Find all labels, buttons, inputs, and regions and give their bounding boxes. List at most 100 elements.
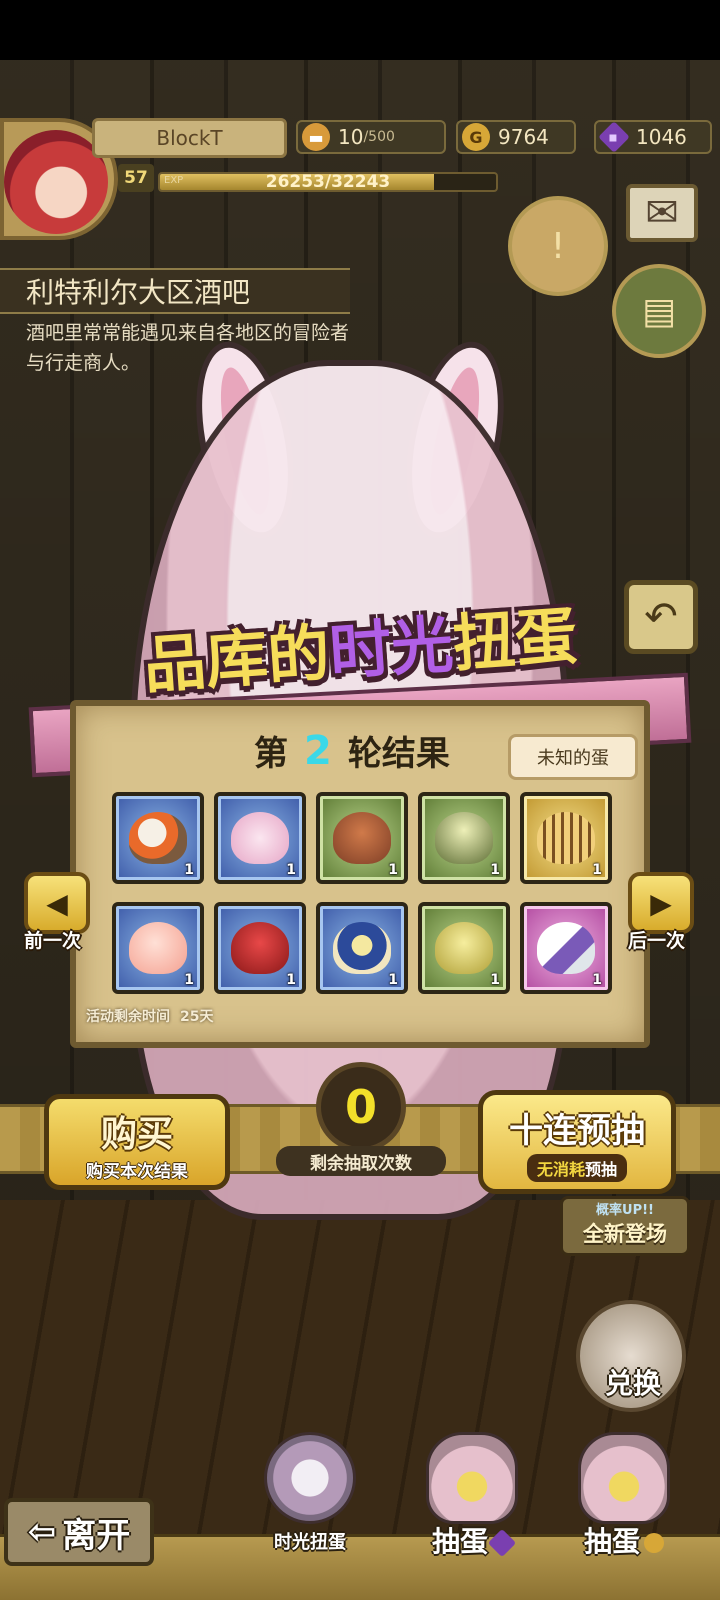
prev-round-label: 前一次 [24,930,82,952]
round-number: 2 [304,727,332,774]
peach-icon [129,922,187,974]
red-helmet-egg-icon [231,922,289,974]
result-item[interactable]: 1 [214,902,306,994]
blue-star-egg-icon [333,922,391,974]
food-value: 10 [338,125,364,149]
item-count: 1 [490,972,500,988]
result-item[interactable]: 1 [316,792,408,884]
mail-icon[interactable]: ✉ [626,184,698,242]
draw-gold-label: 抽蛋 [564,1520,684,1560]
lava-rock-egg-icon [333,812,391,864]
player-name: BlockT [92,118,287,158]
ten-pull-sub-pre: 预抽 [585,1160,618,1179]
yellow-cracked-egg-icon [435,922,493,974]
result-item[interactable]: 1 [214,792,306,884]
item-count: 1 [184,972,194,988]
pink-egg-icon [231,812,289,864]
gem-counter[interactable]: ◆ 1046 [594,120,712,154]
result-item[interactable]: 1 [418,902,510,994]
result-item[interactable]: 1 [418,792,510,884]
draw-gem-label: 抽蛋 [412,1520,532,1560]
green-armored-egg-icon [435,812,493,864]
remaining-draws-count: 0 [316,1062,406,1152]
buy-label: 购买 [100,1114,173,1155]
round-suffix: 轮结果 [347,734,450,774]
draw-gem-text: 抽蛋 [431,1525,488,1558]
result-item[interactable]: 1 [112,792,204,884]
exchange-label: 兑换 [604,1367,661,1400]
ten-pull-label: 十连预抽 [509,1111,645,1151]
item-count: 1 [286,972,296,988]
buy-button[interactable]: 购买 购买本次结果 [44,1094,230,1190]
player-level: 57 [118,164,154,192]
next-round-button[interactable]: ▶ [628,872,694,934]
left-arrow-icon: ◀ [46,886,68,920]
exp-bar: EXP 26253/32243 [158,172,498,192]
new-arrival-label: 全新登场 [583,1222,667,1246]
exp-current: 26253 [265,172,325,192]
egg-machine-gold-icon [578,1432,670,1524]
buy-sub-label: 购买本次结果 [86,1162,188,1182]
food-counter[interactable]: ▬ 10/500 [296,120,446,154]
ten-pull-sub: 无消耗预抽 [526,1154,628,1182]
gem-value: 1046 [636,125,687,149]
item-count: 1 [388,972,398,988]
dock-time-gacha[interactable]: 时光扭蛋 [250,1432,370,1553]
egg-machine-gem-icon [426,1432,518,1524]
remaining-draws-label: 剩余抽取次数 [276,1146,446,1176]
time-gacha-label: 时光扭蛋 [274,1532,346,1553]
result-panel: 第 2 轮结果 未知的蛋 1 1 1 1 1 1 1 1 1 1 活动剩余时间 … [70,700,650,1048]
next-round-label: 后一次 [628,930,686,952]
back-arrow-icon[interactable]: ↶ [624,580,698,654]
item-count: 1 [592,862,602,878]
probability-up-label: 概率UP!! [596,1203,654,1218]
remaining-time-value: 25天 [180,1009,214,1025]
feather-egg-icon [537,922,595,974]
dock-draw-gem[interactable]: 抽蛋 [412,1432,532,1558]
item-count: 1 [592,972,602,988]
ten-pull-sub-free: 无消耗 [536,1160,585,1179]
title-suffix: 扭蛋 [450,598,580,681]
remaining-time-label: 活动剩余时间 [86,1009,170,1025]
leave-label: 离开 [62,1515,131,1556]
result-item[interactable]: 1 [316,902,408,994]
prev-round-button[interactable]: ◀ [24,872,90,934]
gold-coin-icon: G [462,123,490,151]
status-bar [0,0,720,60]
new-arrival-badge[interactable]: 概率UP!! 全新登场 [560,1196,690,1256]
ten-pull-button[interactable]: 十连预抽 无消耗预抽 [478,1090,676,1194]
exp-text: 26253/32243 [160,172,496,192]
draw-gold-text: 抽蛋 [583,1525,640,1558]
gold-counter[interactable]: G 9764 [456,120,576,154]
exp-max: /32243 [324,172,391,192]
result-item[interactable]: 1 [520,792,612,884]
right-arrow-icon: ▶ [650,886,672,920]
result-item[interactable]: 1 [112,902,204,994]
quest-scroll-icon[interactable]: ! [508,196,608,296]
gem-icon: ◆ [598,121,630,153]
item-count: 1 [184,862,194,878]
title-prefix: 品库的 [141,616,332,703]
result-item[interactable]: 1 [520,902,612,994]
location-name: 利特利尔大区酒吧 [0,268,350,314]
leave-button[interactable]: ⇦ 离开 [4,1498,154,1566]
event-remaining-time: 活动剩余时间 25天 [86,1006,213,1026]
dock-draw-gold[interactable]: 抽蛋 [564,1432,684,1558]
gold-coin-icon [644,1533,664,1553]
backpack-icon[interactable]: ▤ [612,264,706,358]
bread-icon: ▬ [302,123,330,151]
unknown-egg-button[interactable]: 未知的蛋 [508,734,638,780]
round-prefix: 第 [254,734,288,774]
food-max: /500 [363,129,395,145]
round-title: 第 2 轮结果 [254,726,450,775]
item-count: 1 [490,862,500,878]
title-highlight: 时光 [326,607,456,690]
gem-icon [487,1528,517,1558]
fire-cannon-icon [129,812,187,864]
item-count: 1 [388,862,398,878]
item-count: 1 [286,862,296,878]
time-gacha-icon [264,1432,356,1524]
tiger-egg-icon [537,812,595,864]
gold-value: 9764 [498,125,549,149]
back-arrow-small-icon: ⇦ [27,1512,57,1552]
